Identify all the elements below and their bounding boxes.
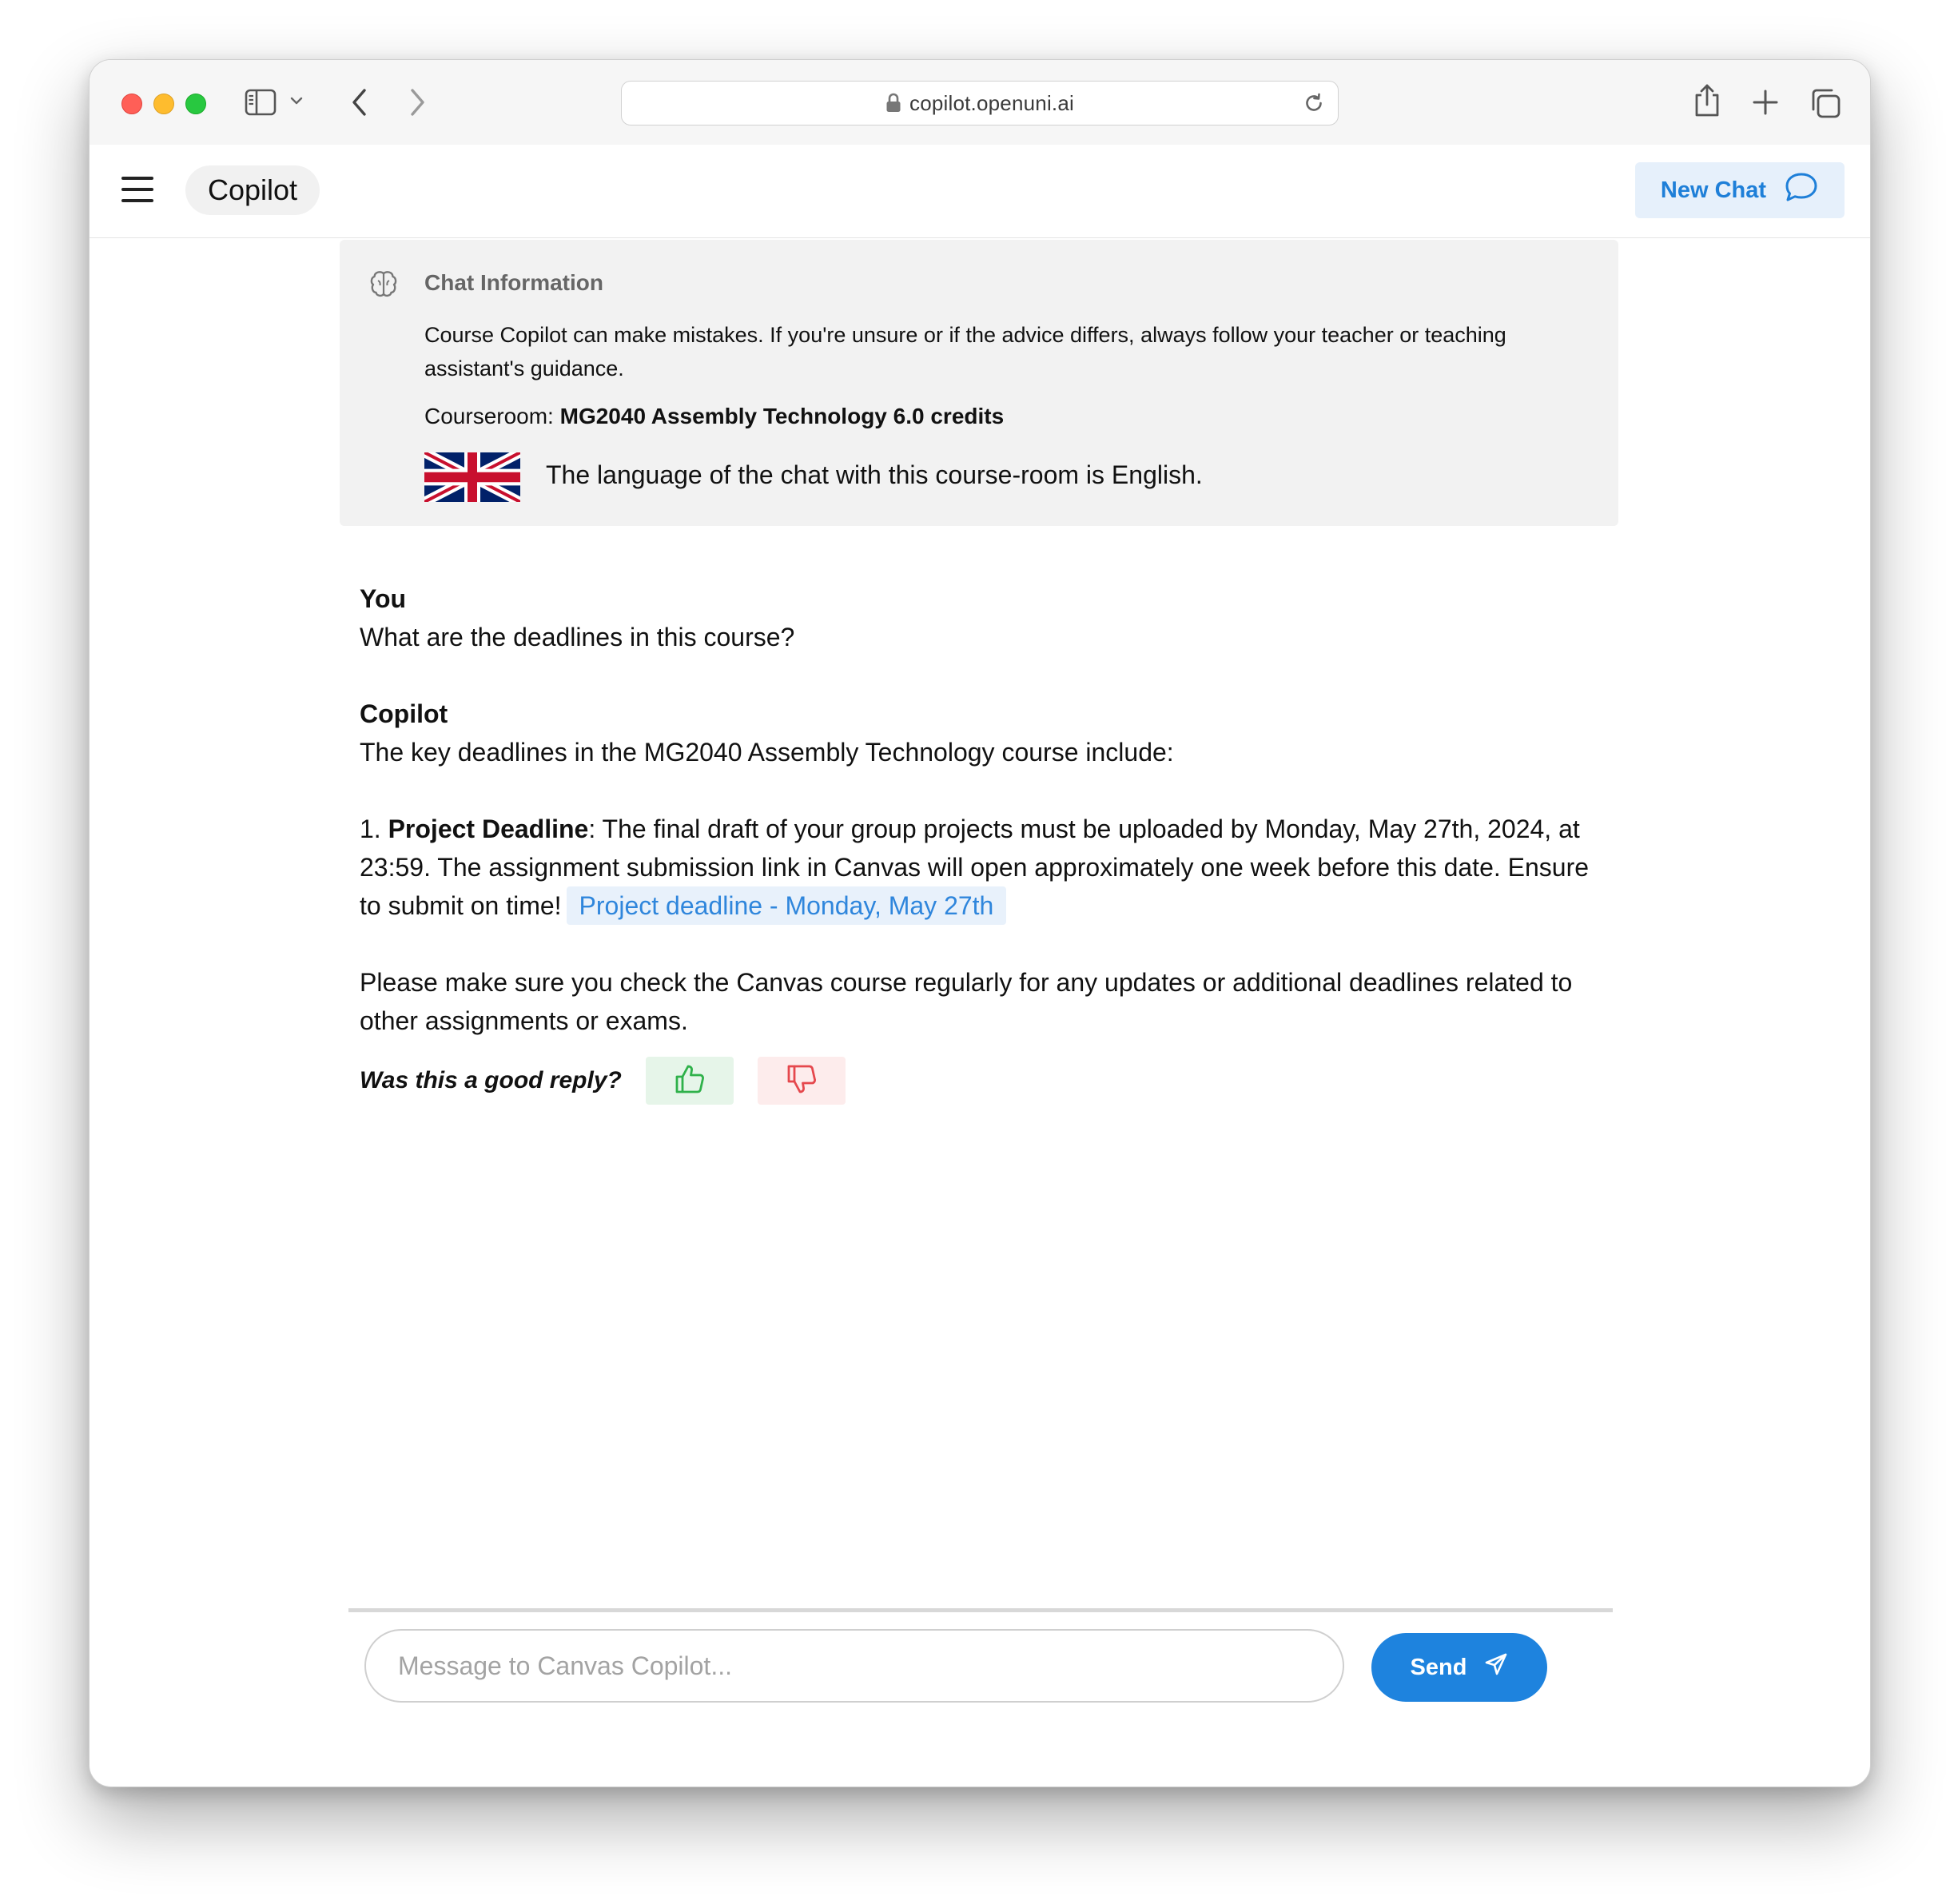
item-number: 1. — [360, 815, 381, 843]
courseroom-label: Courseroom: — [424, 404, 554, 428]
minimize-window-button[interactable] — [153, 94, 174, 114]
deadline-item: 1. Project Deadline: The final draft of … — [360, 810, 1606, 925]
disclaimer-text: Course Copilot can make mistakes. If you… — [424, 323, 1506, 380]
chevron-down-icon[interactable] — [289, 95, 304, 106]
assistant-intro: The key deadlines in the MG2040 Assembly… — [360, 738, 1174, 767]
thumbs-down-button[interactable] — [757, 1057, 846, 1105]
chat-bubble-icon — [1784, 171, 1819, 209]
item-title: Project Deadline — [388, 815, 589, 843]
composer-divider — [348, 1608, 1613, 1612]
chat-information-panel: Chat Information Course Copilot can make… — [340, 240, 1618, 526]
user-message: What are the deadlines in this course? — [360, 623, 795, 651]
hamburger-icon[interactable] — [121, 177, 153, 202]
sidebar-icon[interactable] — [245, 89, 277, 116]
app-header: Copilot New Chat — [90, 145, 1870, 238]
assistant-closing: Please make sure you check the Canvas co… — [360, 968, 1573, 1035]
plus-icon[interactable] — [1752, 89, 1779, 116]
send-button[interactable]: Send — [1371, 1633, 1547, 1702]
user-name: You — [360, 584, 407, 613]
send-label: Send — [1410, 1654, 1467, 1680]
brain-icon — [368, 269, 399, 303]
thumbs-down-icon — [785, 1062, 818, 1100]
feedback-question: Was this a good reply? — [360, 1067, 622, 1093]
address-bar[interactable]: copilot.openuni.ai — [621, 81, 1339, 125]
conversation: You What are the deadlines in this cours… — [360, 580, 1606, 1040]
chat-language-text: The language of the chat with this cours… — [546, 460, 1203, 489]
share-icon[interactable] — [1693, 82, 1721, 118]
browser-toolbar: copilot.openuni.ai — [90, 60, 1870, 145]
url-text: copilot.openuni.ai — [909, 90, 1074, 115]
lock-icon — [885, 93, 901, 114]
chevron-left-icon[interactable] — [350, 87, 369, 118]
thumbs-up-icon — [673, 1062, 706, 1100]
new-chat-label: New Chat — [1660, 177, 1767, 203]
new-chat-button[interactable]: New Chat — [1635, 162, 1845, 218]
uk-flag-icon — [424, 452, 520, 502]
tabs-icon[interactable] — [1809, 87, 1841, 119]
courseroom-line: Courseroom: MG2040 Assembly Technology 6… — [424, 404, 1004, 429]
chevron-right-icon[interactable] — [408, 87, 427, 118]
thumbs-up-button[interactable] — [645, 1057, 734, 1105]
close-window-button[interactable] — [121, 94, 142, 114]
assistant-name: Copilot — [360, 699, 448, 728]
paper-plane-icon — [1484, 1652, 1508, 1683]
zoom-window-button[interactable] — [185, 94, 206, 114]
chat-information-title: Chat Information — [424, 270, 603, 295]
browser-window: copilot.openuni.ai Copilot New Chat Chat… — [89, 59, 1871, 1787]
courseroom-name: MG2040 Assembly Technology 6.0 credits — [559, 404, 1005, 428]
message-input[interactable] — [364, 1629, 1344, 1703]
feedback-row: Was this a good reply? — [360, 1056, 846, 1105]
app-title[interactable]: Copilot — [185, 165, 320, 215]
reload-icon[interactable] — [1303, 92, 1325, 118]
deadline-link[interactable]: Project deadline - Monday, May 27th — [566, 886, 1007, 925]
